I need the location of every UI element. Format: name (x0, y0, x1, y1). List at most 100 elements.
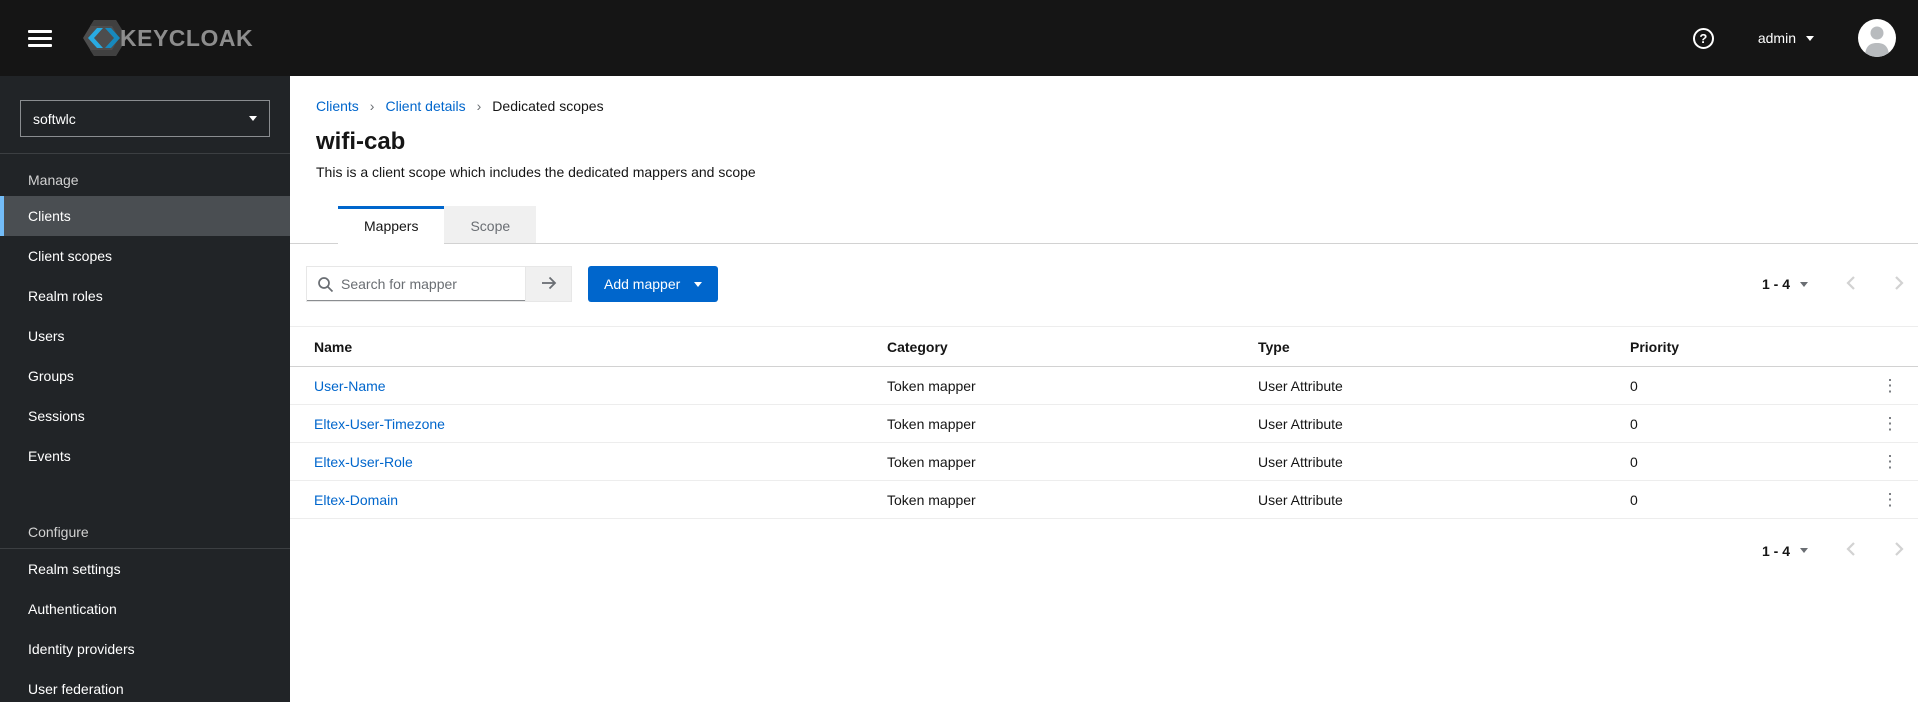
table-row: User-Name Token mapper User Attribute 0 … (290, 366, 1918, 405)
sidebar-item-client-scopes[interactable]: Client scopes (0, 236, 290, 276)
per-page-dropdown[interactable]: 1 - 4 (1762, 276, 1808, 292)
realm-selector[interactable]: softwlc (20, 100, 270, 137)
mappers-table: Name Category Type Priority User-Name To… (290, 326, 1918, 519)
row-actions-kebab-icon[interactable]: ⋮ (1874, 449, 1907, 474)
mapper-link[interactable]: Eltex-Domain (314, 492, 398, 508)
chevron-right-icon (1894, 541, 1904, 560)
column-header-actions (1862, 326, 1918, 367)
page-subtitle: This is a client scope which includes th… (316, 164, 756, 180)
nav-section-manage: Manage Clients Client scopes Realm roles… (0, 154, 290, 476)
prev-page-button[interactable] (1846, 275, 1856, 294)
table-row: Eltex-Domain Token mapper User Attribute… (290, 480, 1918, 519)
nav-toggle-button[interactable] (22, 18, 58, 59)
search-submit-button[interactable] (525, 267, 571, 301)
breadcrumb-separator-icon: › (476, 98, 482, 114)
breadcrumb-link-clients[interactable]: Clients (316, 98, 359, 114)
cell-type: User Attribute (1258, 442, 1630, 481)
tabs: Mappers Scope (290, 206, 1918, 244)
username: admin (1757, 30, 1796, 46)
table-header-row: Name Category Type Priority (290, 326, 1918, 367)
sidebar-item-user-federation[interactable]: User federation (0, 669, 290, 702)
sidebar-item-sessions[interactable]: Sessions (0, 396, 290, 436)
sidebar: softwlc Manage Clients Client scopes Rea… (0, 76, 290, 702)
mapper-link[interactable]: Eltex-User-Role (314, 454, 413, 470)
sidebar-item-clients[interactable]: Clients (0, 196, 290, 236)
breadcrumb: Clients › Client details › Dedicated sco… (316, 98, 1894, 114)
keycloak-logo[interactable]: KEYCLOAK (82, 17, 253, 59)
prev-page-button[interactable] (1846, 541, 1856, 560)
cell-priority: 0 (1630, 366, 1862, 405)
sidebar-item-events[interactable]: Events (0, 436, 290, 476)
column-header-name: Name (290, 326, 887, 367)
mapper-link[interactable]: Eltex-User-Timezone (314, 416, 445, 432)
column-header-type: Type (1258, 326, 1630, 367)
cell-category: Token mapper (887, 366, 1258, 405)
row-actions-kebab-icon[interactable]: ⋮ (1874, 411, 1907, 436)
toolbar: Add mapper 1 - 4 (290, 266, 1918, 302)
search-input[interactable] (307, 267, 525, 301)
tab-scope[interactable]: Scope (444, 206, 537, 244)
cell-category: Token mapper (887, 404, 1258, 443)
cell-priority: 0 (1630, 480, 1862, 519)
realm-selector-block: softwlc (0, 76, 290, 154)
chevron-right-icon (1894, 275, 1904, 294)
sidebar-item-realm-settings[interactable]: Realm settings (0, 549, 290, 589)
per-page-dropdown[interactable]: 1 - 4 (1762, 543, 1808, 559)
breadcrumb-link-client-details[interactable]: Client details (385, 98, 465, 114)
nav-section-title: Configure (0, 506, 290, 549)
row-actions-kebab-icon[interactable]: ⋮ (1874, 373, 1907, 398)
column-header-category: Category (887, 326, 1258, 367)
main-content: Clients › Client details › Dedicated sco… (290, 76, 1918, 702)
sidebar-item-groups[interactable]: Groups (0, 356, 290, 396)
pagination-top: 1 - 4 (1762, 275, 1904, 294)
chevron-down-icon (249, 116, 257, 121)
table-row: Eltex-User-Timezone Token mapper User At… (290, 404, 1918, 443)
sidebar-item-identity-providers[interactable]: Identity providers (0, 629, 290, 669)
chevron-left-icon (1846, 275, 1856, 294)
pagination-range: 1 - 4 (1761, 276, 1790, 292)
sidebar-item-realm-roles[interactable]: Realm roles (0, 276, 290, 316)
sidebar-item-users[interactable]: Users (0, 316, 290, 356)
chevron-down-icon (1800, 548, 1808, 553)
pagination-range: 1 - 4 (1761, 542, 1790, 559)
row-actions-kebab-icon[interactable]: ⋮ (1874, 487, 1907, 512)
person-icon (1865, 26, 1889, 57)
hamburger-icon (28, 29, 52, 47)
table-row: Eltex-User-Role Token mapper User Attrib… (290, 442, 1918, 481)
help-icon: ? (1692, 27, 1714, 49)
chevron-down-icon (1800, 281, 1808, 287)
cell-category: Token mapper (887, 480, 1258, 519)
user-menu[interactable]: admin (1758, 30, 1814, 46)
next-page-button[interactable] (1894, 541, 1904, 560)
tab-mappers[interactable]: Mappers (338, 206, 445, 244)
chevron-down-icon (1806, 35, 1814, 41)
cell-priority: 0 (1630, 404, 1862, 443)
cell-type: User Attribute (1258, 366, 1630, 405)
breadcrumb-separator-icon: › (369, 98, 375, 114)
breadcrumb-current: Dedicated scopes (492, 98, 604, 114)
cell-type: User Attribute (1258, 480, 1630, 519)
realm-name: softwlc (33, 110, 76, 127)
sidebar-item-authentication[interactable]: Authentication (0, 589, 290, 629)
masthead: KEYCLOAK ? admin (0, 0, 1918, 76)
column-header-priority: Priority (1630, 326, 1862, 367)
help-button[interactable]: ? (1692, 27, 1714, 49)
next-page-button[interactable] (1894, 275, 1904, 294)
nav-section-title: Manage (28, 172, 79, 188)
chevron-down-icon (694, 281, 703, 287)
brand-wordmark: KEYCLOAK (120, 24, 254, 51)
mapper-link[interactable]: User-Name (314, 378, 386, 394)
masthead-actions: ? admin (1692, 19, 1896, 57)
add-mapper-button[interactable]: Add mapper (588, 266, 719, 302)
arrow-right-icon (539, 274, 559, 295)
search-group (306, 266, 572, 302)
cell-priority: 0 (1630, 442, 1862, 481)
cell-category: Token mapper (887, 442, 1258, 481)
page-header: Clients › Client details › Dedicated sco… (290, 76, 1918, 180)
avatar[interactable] (1858, 19, 1896, 57)
pagination-bottom: 1 - 4 (290, 541, 1904, 560)
cell-type: User Attribute (1258, 404, 1630, 443)
search-icon (317, 276, 334, 298)
nav-section-configure: Configure Realm settings Authentication … (0, 506, 290, 702)
page-title: wifi-cab (316, 128, 406, 155)
